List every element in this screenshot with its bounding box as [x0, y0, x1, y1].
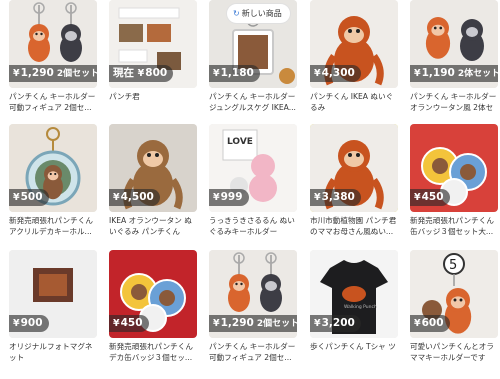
product-title[interactable]: 新発売頑張れパンチくん デカ缶バッジ３個セッ... — [109, 341, 197, 363]
currency-symbol: ¥ — [13, 192, 20, 203]
price-value: 1,190 — [421, 67, 455, 79]
price-tag: ¥1,290 2個セット — [9, 65, 97, 82]
product-thumbnail[interactable]: ¥450 — [410, 124, 498, 212]
product-thumbnail[interactable]: ¥900 — [9, 250, 97, 338]
price-tag: ¥3,380 — [310, 189, 361, 206]
price-tag: ¥1,190 2体セット — [410, 65, 498, 82]
price-tag: ¥3,200 — [310, 315, 361, 332]
price-tag: ¥900 — [9, 315, 49, 332]
price-tag: ¥4,300 — [310, 65, 361, 82]
product-title[interactable]: 市川市動植物園 パンチ君 のママお母さん風ぬい... — [310, 215, 398, 237]
product-title[interactable]: 新発売頑張れパンチくん アクリルデカキーホル... — [9, 215, 97, 237]
price-suffix: 2体セット — [457, 69, 498, 79]
product-thumbnail[interactable]: LOVE ¥999 — [209, 124, 297, 212]
product-title[interactable]: うっきうきさるるん ぬいぐるみキーホルダー — [209, 215, 297, 237]
product-thumbnail[interactable]: 現在 ¥800 — [109, 0, 197, 88]
product-thumbnail[interactable]: 5 ¥600 — [410, 250, 498, 338]
price-tag: ¥600 — [410, 315, 450, 332]
svg-text:5: 5 — [449, 258, 457, 273]
product-thumbnail[interactable]: ¥3,380 — [310, 124, 398, 212]
price-tag: ¥450 — [410, 189, 450, 206]
product-title[interactable]: パンチくん キーホルダー ジュングルスケグ IKEA... — [209, 91, 297, 113]
currency-symbol: ¥ — [213, 318, 220, 329]
price-value: 800 — [145, 67, 168, 79]
currency-symbol: ¥ — [113, 318, 120, 329]
price-value: 900 — [20, 317, 43, 329]
product-title[interactable]: オリジナルフォトマグネ ット — [9, 341, 97, 363]
price-tag: ¥450 — [109, 315, 149, 332]
product-grid: ¥1,290 2個セット パンチくん キーホルダー 可動フィギュア 2個セ... 現… — [0, 0, 500, 379]
price-tag: 現在 ¥800 — [109, 65, 174, 82]
product-thumbnail[interactable]: Walking Punch ¥3,200 — [310, 250, 398, 338]
currency-symbol: ¥ — [13, 68, 20, 79]
currency-symbol: ¥ — [314, 192, 321, 203]
currency-symbol: ¥ — [213, 192, 220, 203]
price-tag: ¥500 — [9, 189, 49, 206]
price-value: 1,290 — [20, 67, 54, 79]
currency-symbol: ¥ — [414, 68, 421, 79]
price-value: 450 — [421, 191, 444, 203]
price-tag: ¥1,180 — [209, 65, 260, 82]
price-suffix: 2個セット — [256, 319, 297, 329]
product-title[interactable]: パンチくん キーホルダー 可動フィギュア 2個セ... — [9, 91, 97, 113]
currency-symbol: ¥ — [137, 68, 145, 79]
price-tag: ¥4,500 — [109, 189, 160, 206]
product-thumbnail[interactable]: ¥450 — [109, 250, 197, 338]
price-value: 4,500 — [120, 191, 154, 203]
price-value: 1,290 — [220, 317, 254, 329]
price-value: 4,300 — [321, 67, 355, 79]
currency-symbol: ¥ — [314, 68, 321, 79]
product-title[interactable]: 歩くパンチくん Tシャ ツ — [310, 341, 398, 363]
product-thumbnail[interactable]: ↻ 新しい商品 ¥1,180 — [209, 0, 297, 88]
svg-text:Walking Punch: Walking Punch — [344, 304, 377, 310]
new-item-badge-label: 新しい商品 — [241, 9, 282, 18]
currency-symbol: ¥ — [414, 318, 421, 329]
product-title[interactable]: パンチくん キーホルダー 可動フィギュア 2個セ... — [209, 341, 297, 363]
product-thumbnail[interactable]: ¥4,300 — [310, 0, 398, 88]
currency-symbol: ¥ — [414, 192, 421, 203]
price-value: 600 — [421, 317, 444, 329]
price-tag: ¥1,290 2個セット — [209, 315, 297, 332]
price-value: 500 — [20, 191, 43, 203]
price-tag: ¥999 — [209, 189, 249, 206]
product-title[interactable]: パンチくん キーホルダー オランウータン風 2体セット... — [410, 91, 498, 113]
price-value: 3,200 — [321, 317, 355, 329]
svg-text:LOVE: LOVE — [227, 137, 253, 147]
currency-symbol: ¥ — [213, 68, 220, 79]
price-value: 999 — [220, 191, 243, 203]
currency-symbol: ¥ — [314, 318, 321, 329]
product-thumbnail[interactable]: ¥1,290 2個セット — [9, 0, 97, 88]
product-thumbnail[interactable]: ¥4,500 — [109, 124, 197, 212]
price-value: 3,380 — [321, 191, 355, 203]
product-title[interactable]: パンチくん IKEA ぬいぐるみ — [310, 91, 398, 113]
product-thumbnail[interactable]: ¥500 — [9, 124, 97, 212]
product-title[interactable]: 新発売頑張れパンチくん 缶バッジ３個セット大... — [410, 215, 498, 237]
product-title[interactable]: パンチ君 — [109, 91, 197, 113]
product-thumbnail[interactable]: ¥1,290 2個セット — [209, 250, 297, 338]
price-suffix: 2個セット — [56, 69, 97, 79]
price-value: 450 — [120, 317, 143, 329]
currency-symbol: ¥ — [13, 318, 20, 329]
product-thumbnail[interactable]: ¥1,190 2体セット — [410, 0, 498, 88]
refresh-icon: ↻ — [233, 9, 240, 18]
price-prefix: 現在 — [113, 67, 138, 79]
new-item-badge: ↻ 新しい商品 — [227, 4, 290, 23]
product-title[interactable]: 可愛いパンチくんとオラ ママキーホルダーです — [410, 341, 498, 363]
product-title[interactable]: IKEA オランウータン ぬいぐるみ パンチくん — [109, 215, 197, 237]
price-value: 1,180 — [220, 67, 254, 79]
currency-symbol: ¥ — [113, 192, 120, 203]
